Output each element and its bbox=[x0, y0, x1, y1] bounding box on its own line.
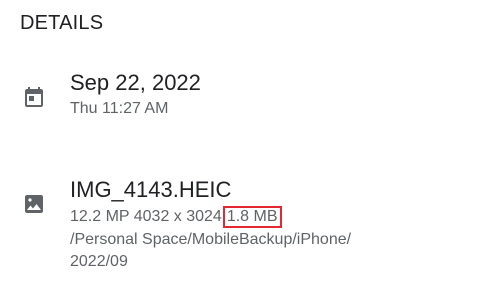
file-size: 1.8 MB bbox=[222, 206, 282, 228]
photo-date: Sep 22, 2022 bbox=[70, 70, 201, 95]
file-path: /Personal Space/MobileBackup/iPhone/ 202… bbox=[70, 229, 351, 273]
details-heading: DETAILS bbox=[20, 12, 104, 34]
image-icon bbox=[22, 192, 46, 216]
file-name: IMG_4143.HEIC bbox=[70, 177, 232, 202]
calendar-icon bbox=[22, 85, 46, 109]
file-path-line-2: 2022/09 bbox=[70, 253, 128, 270]
file-path-line-1: /Personal Space/MobileBackup/iPhone/ bbox=[70, 231, 352, 248]
photo-time: Thu 11:27 AM bbox=[70, 100, 169, 117]
image-dimensions: 12.2 MP 4032 x 3024 bbox=[70, 208, 222, 225]
file-info: 12.2 MP 4032 x 3024 1.8 MB bbox=[70, 206, 282, 228]
